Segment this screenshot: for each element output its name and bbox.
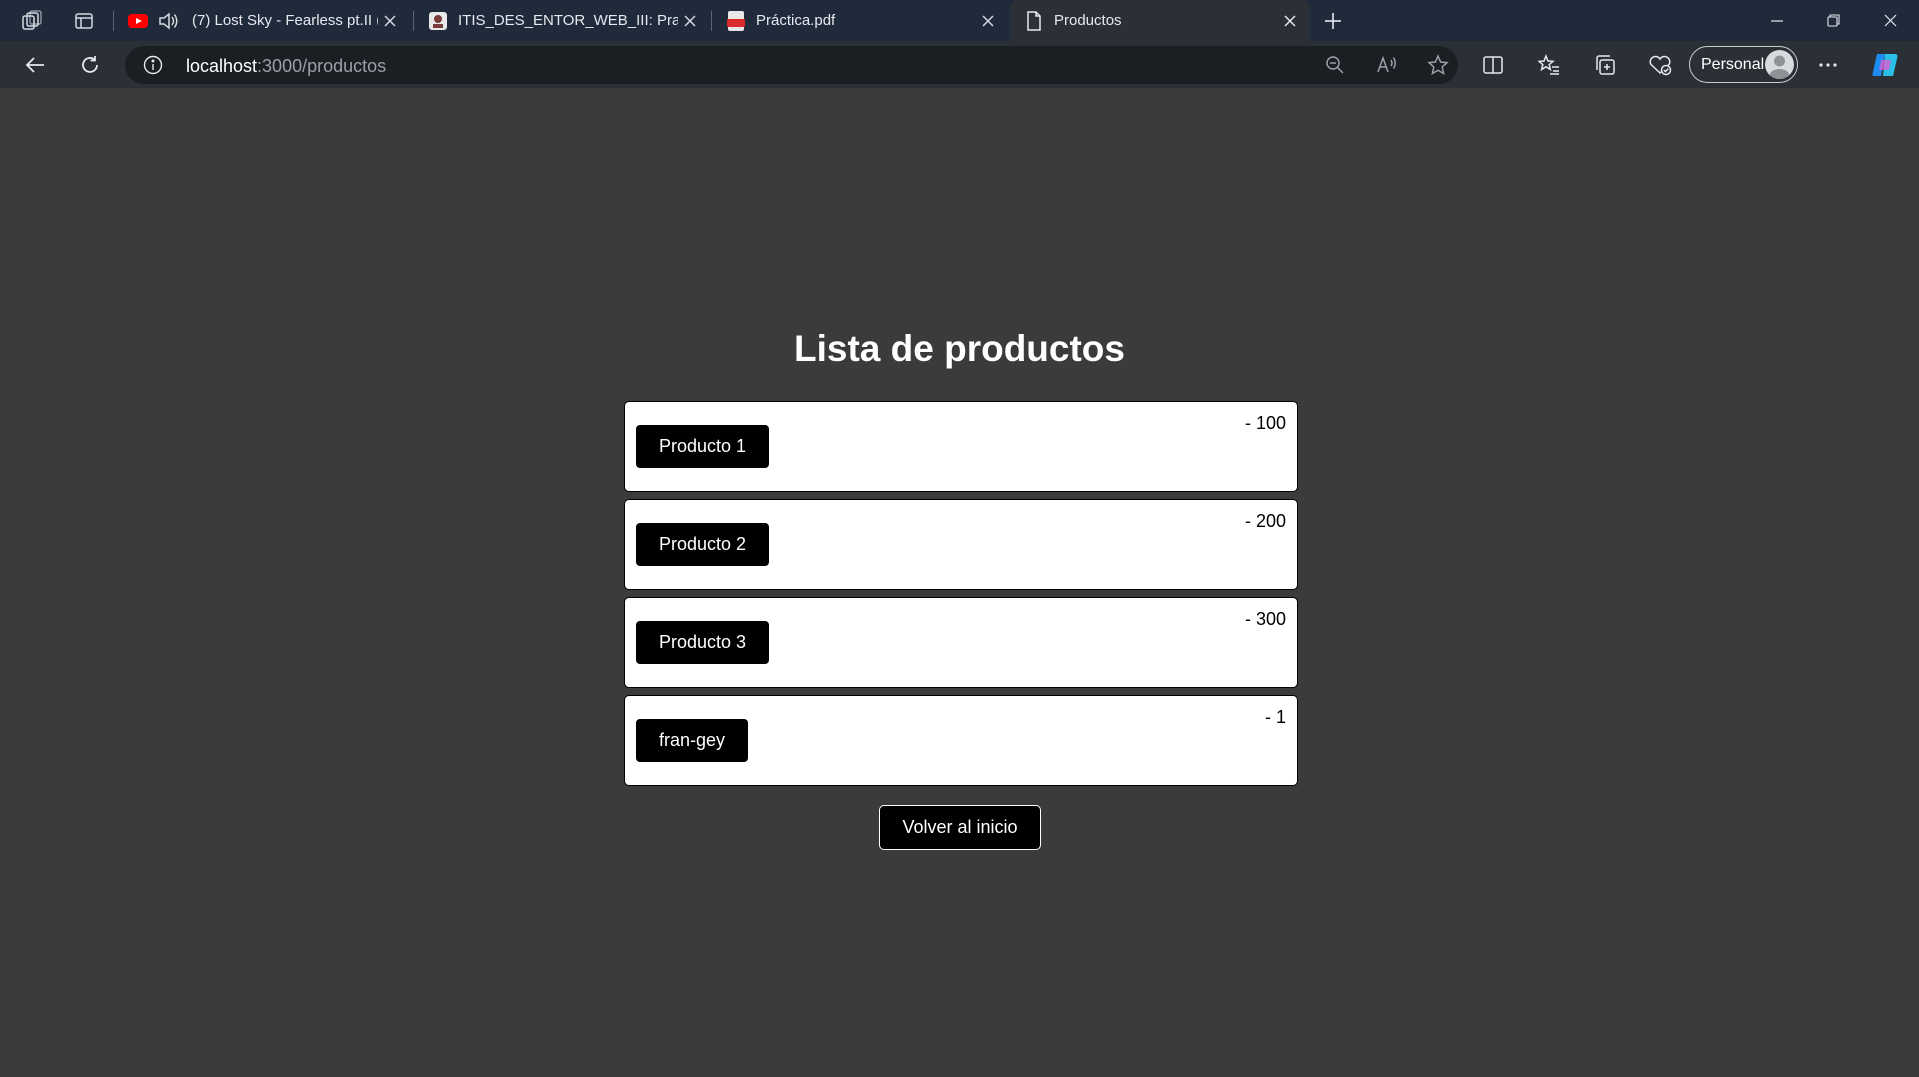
tab-title: Productos xyxy=(1054,12,1122,29)
address-bar[interactable]: localhost:3000/productos xyxy=(125,46,1458,84)
product-price: - 1 xyxy=(1264,707,1286,727)
close-icon[interactable] xyxy=(378,9,402,33)
tab-pdf[interactable]: Práctica.pdf xyxy=(712,0,1008,41)
page-content: Lista de productos Producto 1 - 100 Prod… xyxy=(0,88,1919,1077)
back-icon[interactable] xyxy=(19,49,51,81)
moodle-icon xyxy=(428,11,448,31)
product-card: Producto 3 - 300 xyxy=(624,597,1298,688)
product-button[interactable]: Producto 1 xyxy=(636,425,770,468)
tab-title: ITIS_DES_ENTOR_WEB_III: Practic xyxy=(458,12,678,29)
url-path: :3000/productos xyxy=(257,56,387,76)
pdf-icon xyxy=(726,10,746,31)
collections-icon[interactable] xyxy=(1589,49,1621,81)
read-aloud-icon[interactable] xyxy=(1375,53,1399,77)
speaker-icon[interactable] xyxy=(158,11,182,31)
tab-strip: (7) Lost Sky - Fearless pt.II (f ITIS_DE… xyxy=(0,0,1919,41)
copilot-icon[interactable] xyxy=(1869,49,1901,81)
tab-youtube[interactable]: (7) Lost Sky - Fearless pt.II (f xyxy=(114,0,410,41)
browser-essentials-icon[interactable] xyxy=(1644,49,1676,81)
more-options-icon[interactable] xyxy=(1812,49,1844,81)
restore-icon[interactable] xyxy=(1805,0,1861,41)
product-card: Producto 2 - 200 xyxy=(624,499,1298,590)
product-card: fran-gey - 1 xyxy=(624,695,1298,786)
tab-title: (7) Lost Sky - Fearless pt.II (f xyxy=(192,12,378,29)
product-price: - 100 xyxy=(1244,413,1286,433)
favorites-icon[interactable] xyxy=(1533,49,1565,81)
info-icon[interactable] xyxy=(143,55,163,75)
close-icon[interactable] xyxy=(678,9,702,33)
tab-title: Práctica.pdf xyxy=(756,12,836,29)
tab-moodle[interactable]: ITIS_DES_ENTOR_WEB_III: Practic xyxy=(414,0,710,41)
tab-productos[interactable]: Productos xyxy=(1010,0,1310,41)
product-card: Producto 1 - 100 xyxy=(624,401,1298,492)
product-price: - 300 xyxy=(1244,609,1286,629)
favorite-star-icon[interactable] xyxy=(1426,53,1450,77)
product-button[interactable]: fran-gey xyxy=(636,719,749,762)
product-price: - 200 xyxy=(1244,511,1286,531)
url-host: localhost xyxy=(186,56,258,76)
profile-button[interactable]: Personal xyxy=(1689,46,1798,83)
tab-actions-icon[interactable] xyxy=(71,8,97,34)
url-text[interactable]: localhost:3000/productos xyxy=(186,56,386,77)
workspaces-icon[interactable] xyxy=(19,8,45,34)
youtube-icon xyxy=(128,11,148,31)
close-icon[interactable] xyxy=(976,9,1000,33)
refresh-icon[interactable] xyxy=(74,49,106,81)
minimize-icon[interactable] xyxy=(1749,0,1805,41)
split-screen-icon[interactable] xyxy=(1477,49,1509,81)
back-home-button[interactable]: Volver al inicio xyxy=(879,805,1041,850)
profile-name: Personal xyxy=(1701,55,1765,73)
page-icon xyxy=(1024,10,1044,31)
product-button[interactable]: Producto 2 xyxy=(636,523,770,566)
page-title: Lista de productos xyxy=(794,328,1125,369)
product-button[interactable]: Producto 3 xyxy=(636,621,770,664)
new-tab-icon[interactable] xyxy=(1320,8,1346,34)
browser-toolbar: localhost:3000/productos Personal xyxy=(0,41,1919,88)
window-close-icon[interactable] xyxy=(1862,0,1918,41)
avatar xyxy=(1765,50,1794,79)
zoom-out-icon[interactable] xyxy=(1323,53,1347,77)
close-icon[interactable] xyxy=(1278,9,1302,33)
